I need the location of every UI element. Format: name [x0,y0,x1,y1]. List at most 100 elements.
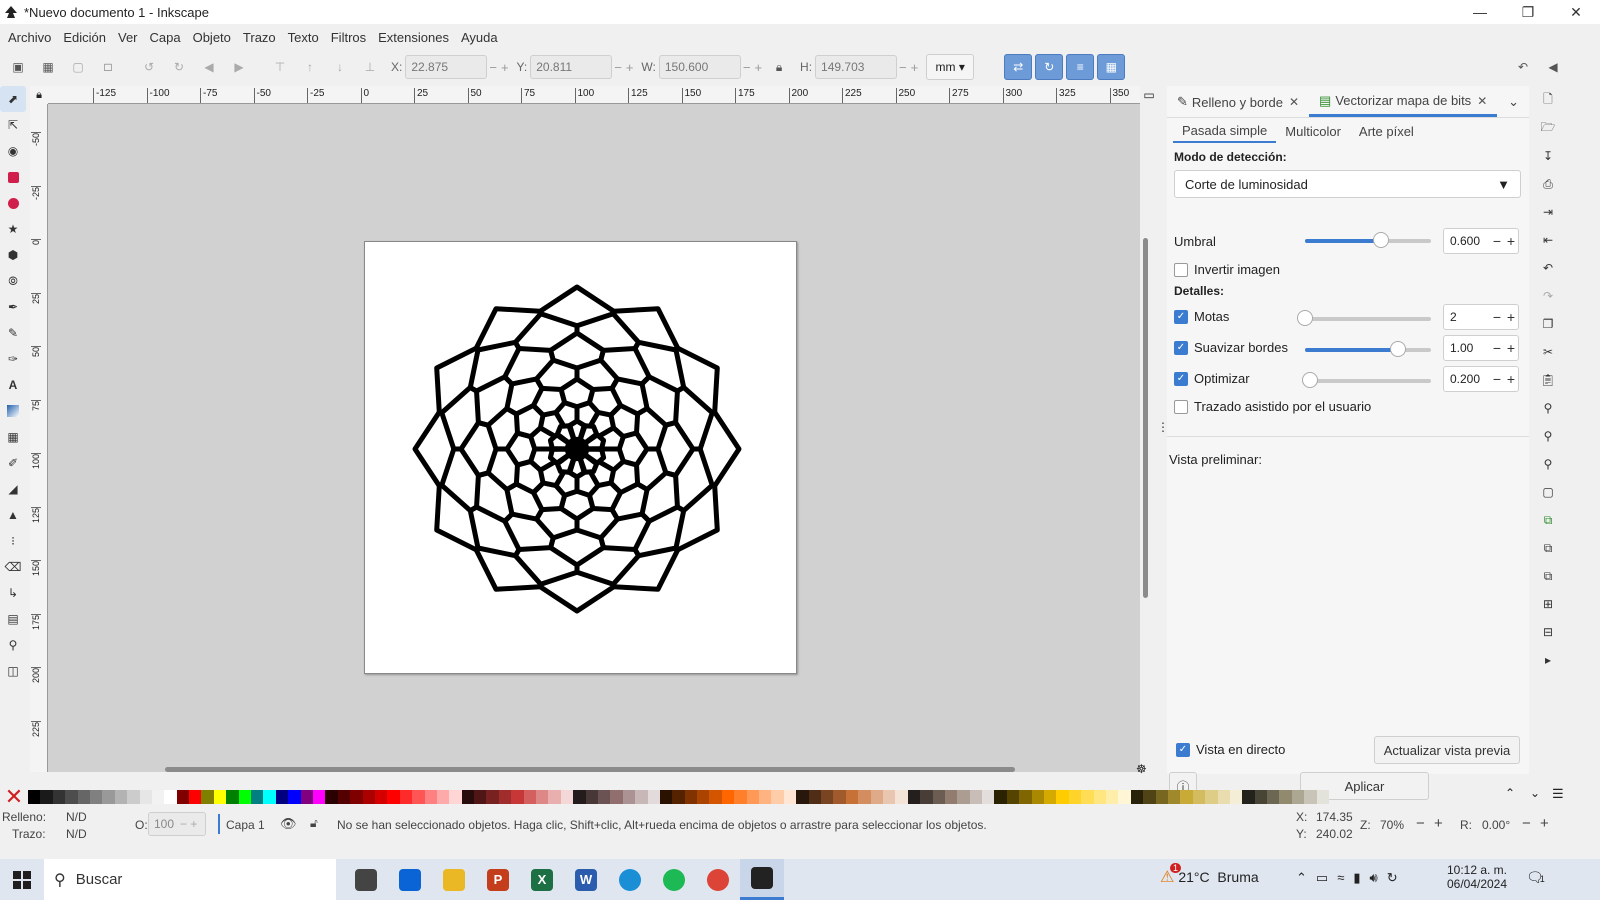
layer-name[interactable]: Capa 1 [226,818,265,832]
document-page[interactable] [364,241,797,674]
menu-objeto[interactable]: Objeto [187,30,237,45]
color-swatch[interactable] [300,790,313,804]
open-file-icon[interactable]: 🗁︎ [1535,114,1561,142]
palette-scroll-down-icon[interactable]: ⌄ [1530,786,1540,800]
color-swatch[interactable] [275,790,289,804]
x-decrement-button[interactable]: − [489,60,497,75]
color-swatch[interactable] [164,790,177,804]
zoom-in-button[interactable]: + [1434,815,1443,832]
select-all-layers-icon[interactable]: ▦ [36,55,60,79]
color-swatch[interactable] [176,790,190,804]
flip-horizontal-icon[interactable]: ◀ [197,55,221,79]
spotify-taskbar-button[interactable] [652,859,696,900]
color-swatch[interactable] [920,790,933,804]
raise-icon[interactable]: ↑ [298,55,322,79]
clock[interactable]: 10:12 a. m. 06/04/2024 [1446,863,1508,891]
menu-ayuda[interactable]: Ayuda [455,30,504,45]
color-swatch[interactable] [684,790,698,804]
scale-corners-icon[interactable]: ↻ [1035,54,1064,80]
vertical-scrollbar[interactable] [1143,238,1148,598]
color-swatch[interactable] [808,790,821,804]
suavizar-slider[interactable] [1305,341,1431,357]
mandala-drawing[interactable] [365,242,798,675]
rotate-ccw-icon[interactable]: ↺ [137,55,161,79]
transform-patterns-icon[interactable]: ▦ [1097,54,1126,80]
battery-icon[interactable]: ▮ [1353,870,1360,886]
color-swatch[interactable] [1167,790,1181,804]
color-swatch[interactable] [89,790,103,804]
color-manage-icon[interactable]: ☸ [1136,762,1147,776]
color-swatch[interactable] [65,790,78,804]
color-swatch[interactable] [982,790,995,804]
flip-vertical-icon[interactable]: ▶ [227,55,251,79]
color-swatch[interactable] [102,790,115,804]
color-swatch[interactable] [40,790,53,804]
inkscape-taskbar-button[interactable] [740,859,784,900]
color-swatch[interactable] [1316,790,1330,804]
collapse-commands-icon[interactable]: ◀ [1541,55,1565,79]
x-field[interactable]: 22.875 [405,55,488,79]
color-swatch[interactable] [932,790,945,804]
color-swatch[interactable] [1279,790,1292,804]
color-swatch[interactable] [1205,790,1218,804]
color-swatch[interactable] [635,790,648,804]
threshold-decrement-button[interactable]: − [1490,233,1504,249]
color-swatch[interactable] [1093,790,1106,804]
layer-visibility-icon[interactable]: 👁︎ [280,816,297,832]
color-swatch[interactable] [969,790,983,804]
edge-taskbar-button[interactable] [608,859,652,900]
export-icon[interactable]: ⇤ [1535,226,1561,254]
zoom-out-button[interactable]: − [1416,815,1425,832]
menu-ver[interactable]: Ver [112,30,144,45]
color-swatch[interactable] [1304,790,1317,804]
palette-menu-icon[interactable]: ☰ [1552,786,1564,802]
color-swatch[interactable] [1105,790,1119,804]
subtab-pasada-simple[interactable]: Pasada simple [1173,119,1277,143]
minimize-button[interactable]: — [1456,0,1504,24]
color-swatch[interactable] [659,790,673,804]
display-icon[interactable]: ▭ [1316,870,1328,886]
color-swatch[interactable] [337,790,351,804]
subtab-multicolor[interactable]: Multicolor [1276,119,1350,143]
update-preview-button[interactable]: Actualizar vista previa [1374,736,1520,764]
color-swatch[interactable] [201,790,214,804]
zoom-tool-icon[interactable]: ⚲ [0,632,26,658]
color-swatch[interactable] [1192,790,1206,804]
color-swatch[interactable] [474,790,487,804]
star-tool-icon[interactable]: ★ [0,216,26,242]
guide-lock-icon[interactable]: 🔒︎ [30,86,48,104]
spray-tool-icon[interactable]: ⁝ [0,528,26,554]
color-swatch[interactable] [263,790,276,804]
weather-widget[interactable]: ⚠ 1 21°C Bruma [1160,863,1259,887]
w-decrement-button[interactable]: − [743,60,751,75]
color-swatch[interactable] [1291,790,1305,804]
color-swatch[interactable] [226,790,239,804]
tab-vectorizar[interactable]: ▤ Vectorizar mapa de bits ✕ [1309,87,1498,117]
color-swatch[interactable] [498,790,512,804]
canvas[interactable] [48,104,1140,772]
dropper-tool-icon[interactable]: ✐ [0,450,26,476]
live-preview-checkbox[interactable]: ✓ [1176,742,1190,757]
color-swatch[interactable] [189,790,202,804]
clone-icon[interactable]: ⧉ [1535,534,1561,562]
suavizar-increment-button[interactable]: + [1504,340,1518,356]
color-swatch[interactable] [821,790,834,804]
color-swatch[interactable] [1118,790,1131,804]
x-increment-button[interactable]: + [501,60,509,75]
lower-to-bottom-icon[interactable]: ⊥ [358,55,382,79]
color-swatch[interactable] [783,790,797,804]
optimizar-increment-button[interactable]: + [1504,371,1518,387]
menu-archivo[interactable]: Archivo [2,30,57,45]
import-icon[interactable]: ⇥ [1535,198,1561,226]
task-view-taskbar-button[interactable] [344,859,388,900]
color-swatch[interactable] [127,790,140,804]
detection-mode-select[interactable]: Corte de luminosidad ▼ [1174,170,1521,198]
color-swatch[interactable] [560,790,574,804]
mail-taskbar-button[interactable] [388,859,432,900]
color-swatch[interactable] [771,790,784,804]
print-icon[interactable]: ⎙ [1535,170,1561,198]
measure-tool-icon[interactable]: ◫ [0,658,26,684]
color-swatch[interactable] [1143,790,1156,804]
color-swatch[interactable] [672,790,685,804]
select-all-icon[interactable]: ▣ [6,55,30,79]
